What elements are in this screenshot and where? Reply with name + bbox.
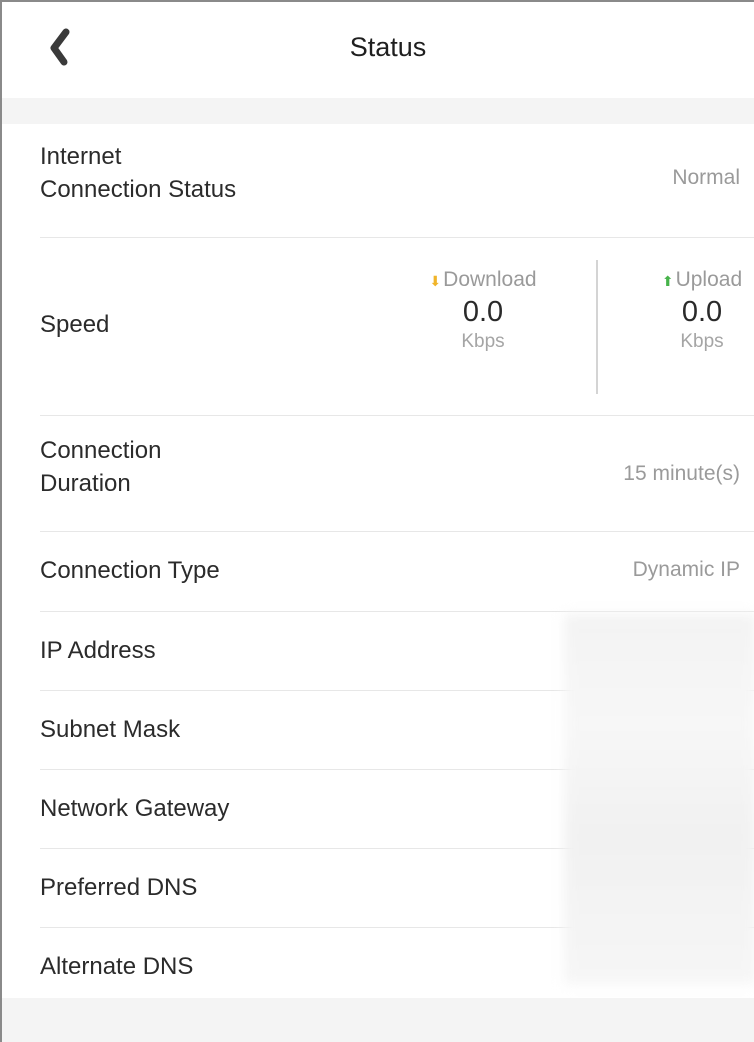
- upload-speed: ⬆Upload 0.0 Kbps: [642, 268, 754, 353]
- arrow-up-icon: ⬆: [661, 273, 674, 289]
- speed-divider: [596, 260, 598, 394]
- header-separator: [2, 98, 754, 124]
- page-title: Status: [349, 32, 427, 62]
- redacted-values: [564, 614, 754, 984]
- row-speed: Speed ⬇Download 0.0 Kbps ⬆Upload 0.0 Kbp…: [40, 238, 754, 416]
- connection-duration-value: 15 minute(s): [623, 462, 740, 485]
- upload-value: 0.0: [681, 296, 723, 328]
- upload-label: Upload: [675, 268, 743, 291]
- row-connection-type: Connection Type Dynamic IP: [40, 532, 754, 612]
- row-internet-status: Internet Connection Status Normal: [40, 124, 754, 238]
- header-bar: Status: [2, 2, 754, 98]
- ip-address-label: IP Address: [40, 637, 156, 664]
- connection-duration-label: Connection Duration: [40, 437, 162, 497]
- speed-label: Speed: [40, 311, 110, 338]
- connection-type-value: Dynamic IP: [632, 558, 740, 581]
- network-gateway-label: Network Gateway: [40, 795, 230, 822]
- download-value: 0.0: [462, 296, 504, 328]
- alternate-dns-label: Alternate DNS: [40, 953, 194, 980]
- internet-status-label: Internet Connection Status: [40, 143, 237, 203]
- footer-area: [2, 998, 754, 1042]
- upload-unit: Kbps: [680, 331, 724, 352]
- download-unit: Kbps: [461, 331, 505, 352]
- download-label: Download: [443, 268, 537, 291]
- subnet-mask-label: Subnet Mask: [40, 716, 181, 743]
- connection-type-label: Connection Type: [40, 557, 220, 584]
- arrow-down-icon: ⬇: [429, 273, 442, 289]
- preferred-dns-label: Preferred DNS: [40, 874, 198, 901]
- download-speed: ⬇Download 0.0 Kbps: [408, 268, 558, 353]
- status-screen: Status Internet Connection Status Normal…: [0, 0, 754, 1042]
- internet-status-value: Normal: [672, 166, 740, 189]
- row-connection-duration: Connection Duration 15 minute(s): [40, 416, 754, 532]
